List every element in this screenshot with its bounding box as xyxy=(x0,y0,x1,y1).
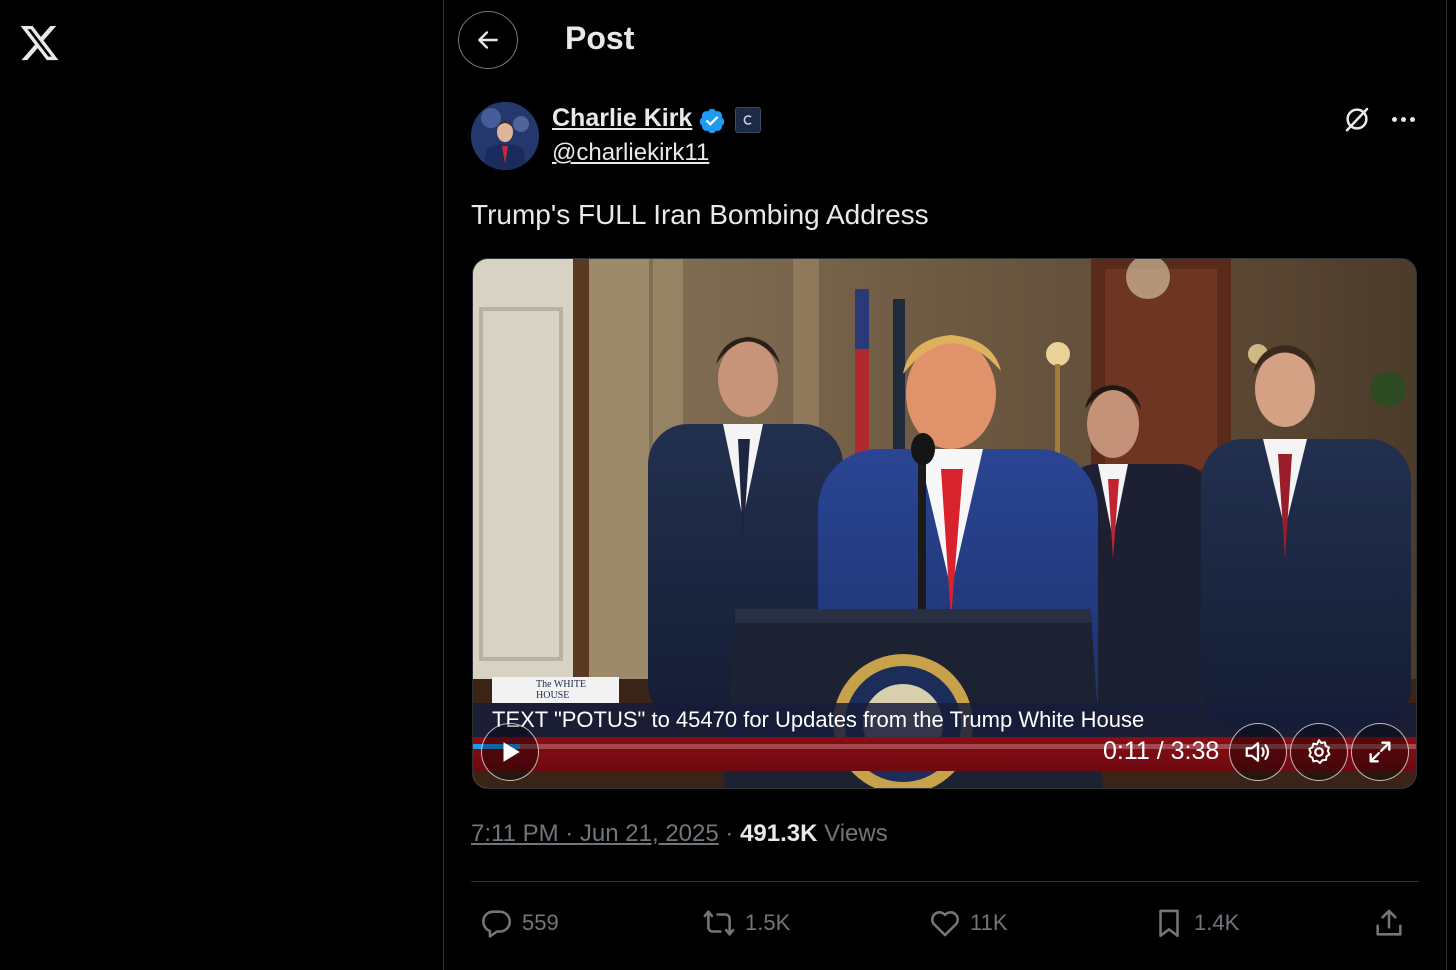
share-button[interactable] xyxy=(1372,900,1406,946)
white-house-logo: The WHITE HOUSE xyxy=(492,677,619,703)
like-button[interactable]: 11K xyxy=(928,900,1008,946)
grok-icon[interactable] xyxy=(1342,104,1372,134)
reply-button[interactable]: 559 xyxy=(480,900,559,946)
speaker-icon xyxy=(1245,742,1270,762)
avatar[interactable] xyxy=(471,102,539,170)
avatar-image xyxy=(471,102,539,170)
app-root: Post Charlie Kirk @charliekirk11 Trump's… xyxy=(0,0,1456,970)
expand-icon xyxy=(1369,741,1391,763)
post-meta: 7:11 PM · Jun 21, 2025 · 491.3K Views xyxy=(471,820,888,848)
volume-button[interactable] xyxy=(1229,723,1287,781)
play-icon xyxy=(503,742,520,762)
bookmark-icon xyxy=(1159,909,1179,938)
arrow-left-icon xyxy=(478,31,498,49)
post-timestamp[interactable]: 7:11 PM · Jun 21, 2025 xyxy=(471,820,719,847)
post-text: Trump's FULL Iran Bombing Address xyxy=(471,199,929,230)
reply-count: 559 xyxy=(522,910,559,935)
repost-icon xyxy=(703,910,735,936)
gear-icon xyxy=(1308,739,1331,764)
verified-badge-icon[interactable] xyxy=(698,107,726,135)
more-options-icon[interactable] xyxy=(1387,104,1419,134)
heart-icon xyxy=(931,911,959,937)
video-player[interactable]: The WHITE HOUSE TEXT "POTUS" to 45470 fo… xyxy=(472,258,1417,789)
top-bar: Post xyxy=(444,0,1446,80)
page-title: Post xyxy=(565,20,635,56)
views-label: Views xyxy=(824,820,888,847)
action-bar: 559 1.5K 11K 1.4K xyxy=(444,900,1446,946)
share-icon xyxy=(1376,909,1402,936)
views-count: 491.3K xyxy=(740,820,818,847)
meta-separator: · xyxy=(725,820,741,847)
post-detail-column: Post Charlie Kirk @charliekirk11 Trump's… xyxy=(443,0,1447,970)
bookmark-count: 1.4K xyxy=(1194,910,1240,935)
reply-icon xyxy=(482,910,512,938)
back-button[interactable] xyxy=(458,11,518,69)
bookmark-button[interactable]: 1.4K xyxy=(1152,900,1239,946)
left-rail xyxy=(0,0,443,970)
affiliate-badge-icon[interactable] xyxy=(735,107,761,133)
like-count: 11K xyxy=(970,910,1008,935)
fullscreen-button[interactable] xyxy=(1351,723,1409,781)
x-logo-icon[interactable] xyxy=(17,22,62,64)
video-time: 0:11 / 3:38 xyxy=(1103,737,1220,765)
settings-button[interactable] xyxy=(1290,723,1348,781)
repost-button[interactable]: 1.5K xyxy=(701,900,790,946)
divider xyxy=(471,881,1419,882)
author-name[interactable]: Charlie Kirk xyxy=(552,104,692,133)
author-handle[interactable]: @charliekirk11 xyxy=(552,139,709,167)
repost-count: 1.5K xyxy=(745,910,791,935)
play-button[interactable] xyxy=(481,723,539,781)
affiliate-logo xyxy=(743,115,752,125)
